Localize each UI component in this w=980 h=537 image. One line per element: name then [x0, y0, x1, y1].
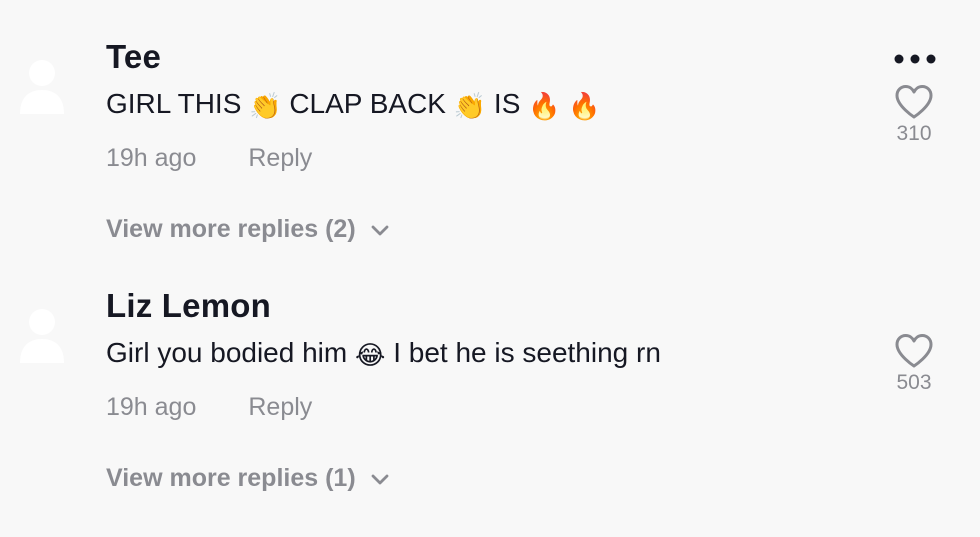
comment-timestamp: 19h ago [106, 393, 197, 421]
reply-button[interactable]: Reply [248, 393, 312, 421]
more-options-icon[interactable] [893, 52, 937, 66]
comment-meta: 19h ago Reply [106, 393, 312, 422]
default-avatar-icon[interactable] [18, 305, 66, 365]
comment-text: Girl you bodied him 😂 I bet he is seethi… [106, 337, 661, 370]
view-more-replies-label: View more replies (1) [106, 464, 356, 492]
comment-username[interactable]: Tee [106, 38, 161, 76]
comment-timestamp: 19h ago [106, 144, 197, 172]
comment-text: GIRL THIS 👏 CLAP BACK 👏 IS 🔥 🔥 [106, 88, 601, 121]
view-more-replies-label: View more replies (2) [106, 215, 356, 243]
chevron-down-icon [371, 474, 389, 484]
chevron-down-icon [371, 225, 389, 235]
comment-username[interactable]: Liz Lemon [106, 287, 271, 325]
default-avatar-icon[interactable] [18, 56, 66, 116]
like-button[interactable]: 503 [890, 333, 938, 395]
comment-meta: 19h ago Reply [106, 144, 312, 173]
view-more-replies-button[interactable]: View more replies (2) [106, 215, 390, 244]
view-more-replies-button[interactable]: View more replies (1) [106, 464, 390, 493]
heart-outline-icon[interactable] [894, 333, 934, 369]
like-count: 503 [896, 371, 932, 394]
heart-outline-icon[interactable] [894, 84, 934, 120]
like-button[interactable]: 310 [890, 84, 938, 146]
like-count: 310 [896, 122, 932, 145]
reply-button[interactable]: Reply [248, 144, 312, 172]
